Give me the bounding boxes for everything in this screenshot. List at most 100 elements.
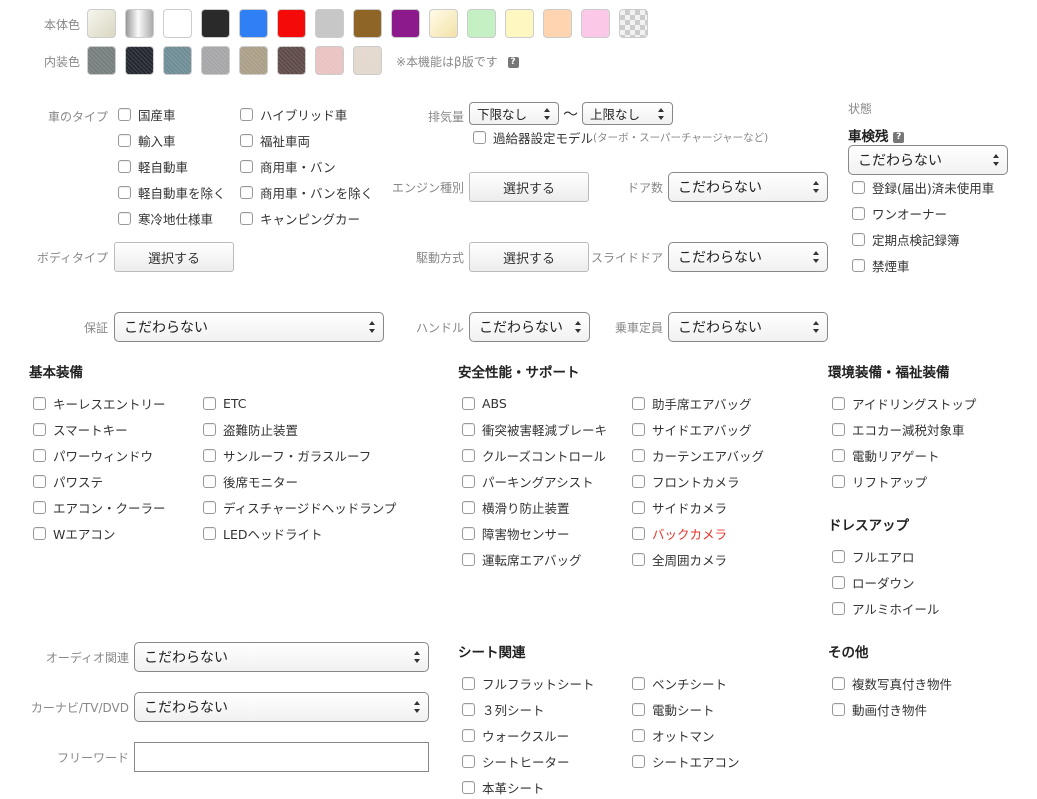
other-items-checkbox-1[interactable]: 動画付き物件 (832, 700, 927, 718)
safety-col1-checkbox-3[interactable]: パーキングアシスト (462, 472, 594, 490)
safety-col1-checkbox-6[interactable]: 運転席エアバッグ (462, 550, 582, 568)
checkbox-box[interactable] (632, 500, 645, 514)
color-swatch-pink-fabric[interactable] (315, 46, 344, 75)
eco-items-checkbox-1[interactable]: エコカー減税対象車 (832, 420, 965, 438)
safety-col2-checkbox-3[interactable]: フロントカメラ (632, 472, 740, 490)
color-swatch-other[interactable] (619, 9, 648, 38)
checkbox-box[interactable] (462, 500, 475, 514)
inspection-select[interactable]: こだわらない (848, 145, 1008, 175)
checkbox-box[interactable] (632, 754, 645, 768)
color-swatch-brown[interactable] (353, 9, 382, 38)
basic-col2-checkbox-4[interactable]: ディスチャージドヘッドランプ (203, 498, 396, 516)
checkbox-box[interactable] (203, 422, 216, 436)
car_type-col2-checkbox-2[interactable]: 商用車・バン (240, 157, 336, 175)
seat-col2-checkbox-2[interactable]: オットマン (632, 726, 715, 744)
checkbox-box[interactable] (852, 180, 865, 194)
checkbox-box[interactable] (832, 601, 845, 615)
checkbox-box[interactable] (473, 130, 486, 144)
checkbox-box[interactable] (462, 754, 475, 768)
checkbox-box[interactable] (240, 159, 253, 173)
safety-col1-checkbox-1[interactable]: 衝突被害軽減ブレーキ (462, 420, 607, 438)
checkbox-box[interactable] (632, 526, 645, 540)
checkbox-box[interactable] (118, 185, 131, 199)
checkbox-box[interactable] (832, 549, 845, 563)
checkbox-box[interactable] (462, 396, 475, 410)
color-swatch-light-gray-fabric[interactable] (201, 46, 230, 75)
car_type-col2-checkbox-1[interactable]: 福祉車両 (240, 131, 310, 149)
seat-col1-checkbox-1[interactable]: ３列シート (462, 700, 545, 718)
checkbox-box[interactable] (462, 448, 475, 462)
safety-col2-checkbox-1[interactable]: サイドエアバッグ (632, 420, 752, 438)
safety-col1-checkbox-2[interactable]: クルーズコントロール (462, 446, 606, 464)
dressup-items-checkbox-1[interactable]: ローダウン (832, 573, 915, 591)
checkbox-box[interactable] (852, 232, 865, 246)
navi-select[interactable]: こだわらない (134, 692, 429, 722)
checkbox-box[interactable] (462, 676, 475, 690)
handle-select[interactable]: こだわらない (469, 312, 590, 342)
basic-col1-checkbox-1[interactable]: スマートキー (33, 420, 128, 438)
color-swatch-red[interactable] (277, 9, 306, 38)
color-swatch-ivory-fabric[interactable] (353, 46, 382, 75)
checkbox-box[interactable] (33, 448, 46, 462)
displacement-max-select[interactable]: 上限なし (582, 102, 673, 125)
safety-col1-checkbox-4[interactable]: 横滑り防止装置 (462, 498, 570, 516)
checkbox-box[interactable] (632, 702, 645, 716)
eco-items-checkbox-0[interactable]: アイドリングストップ (832, 394, 976, 412)
status-options-checkbox-1[interactable]: ワンオーナー (852, 204, 947, 222)
status-options-checkbox-0[interactable]: 登録(届出)済未使用車 (852, 178, 994, 196)
checkbox-box[interactable] (33, 396, 46, 410)
checkbox-box[interactable] (462, 552, 475, 566)
checkbox-box[interactable] (240, 185, 253, 199)
color-swatch-pearl[interactable] (87, 9, 116, 38)
engine-type-select-button[interactable]: 選択する (469, 172, 589, 202)
basic-col2-checkbox-2[interactable]: サンルーフ・ガラスルーフ (203, 446, 371, 464)
checkbox-box[interactable] (203, 474, 216, 488)
basic-col1-checkbox-0[interactable]: キーレスエントリー (33, 394, 166, 412)
checkbox-box[interactable] (632, 474, 645, 488)
eco-items-checkbox-3[interactable]: リフトアップ (832, 472, 927, 490)
checkbox-box[interactable] (632, 448, 645, 462)
color-swatch-orange[interactable] (543, 9, 572, 38)
color-swatch-green[interactable] (467, 9, 496, 38)
color-swatch-gold[interactable] (429, 9, 458, 38)
seat-col1-checkbox-0[interactable]: フルフラットシート (462, 674, 595, 692)
checkbox-box[interactable] (852, 258, 865, 272)
freeword-input[interactable] (134, 742, 429, 772)
checkbox-box[interactable] (33, 500, 46, 514)
slide-door-select[interactable]: こだわらない (668, 242, 828, 272)
basic-col2-checkbox-0[interactable]: ETC (203, 394, 247, 412)
safety-col2-checkbox-0[interactable]: 助手席エアバッグ (632, 394, 752, 412)
car_type-col1-checkbox-4[interactable]: 寒冷地仕様車 (118, 209, 213, 227)
displacement-min-select[interactable]: 下限なし (469, 102, 559, 125)
checkbox-box[interactable] (632, 676, 645, 690)
seat-col1-checkbox-2[interactable]: ウォークスルー (462, 726, 569, 744)
checkbox-box[interactable] (462, 702, 475, 716)
color-swatch-black[interactable] (201, 9, 230, 38)
car_type-col1-checkbox-1[interactable]: 輸入車 (118, 131, 176, 149)
checkbox-box[interactable] (203, 448, 216, 462)
basic-col1-checkbox-2[interactable]: パワーウィンドウ (33, 446, 153, 464)
drive-type-select-button[interactable]: 選択する (469, 242, 589, 272)
checkbox-box[interactable] (203, 396, 216, 410)
checkbox-box[interactable] (462, 422, 475, 436)
checkbox-box[interactable] (632, 422, 645, 436)
checkbox-box[interactable] (632, 728, 645, 742)
status-options-checkbox-3[interactable]: 禁煙車 (852, 256, 910, 274)
checkbox-box[interactable] (832, 575, 845, 589)
checkbox-box[interactable] (852, 206, 865, 220)
color-swatch-brown-fabric[interactable] (277, 46, 306, 75)
checkbox-box[interactable] (462, 526, 475, 540)
checkbox-box[interactable] (832, 396, 845, 410)
other-items-checkbox-0[interactable]: 複数写真付き物件 (832, 674, 952, 692)
basic-col2-checkbox-3[interactable]: 後席モニター (203, 472, 298, 490)
checkbox-box[interactable] (118, 107, 131, 121)
doors-select[interactable]: こだわらない (668, 172, 828, 202)
dressup-items-checkbox-2[interactable]: アルミホイール (832, 599, 939, 617)
basic-col1-checkbox-3[interactable]: パワステ (33, 472, 103, 490)
color-swatch-purple[interactable] (391, 9, 420, 38)
turbo-checkbox[interactable]: 過給器設定モデル (ターボ・スーパーチャージャーなど) (473, 128, 768, 146)
car_type-col1-checkbox-2[interactable]: 軽自動車 (118, 157, 188, 175)
color-swatch-white[interactable] (163, 9, 192, 38)
safety-col1-checkbox-5[interactable]: 障害物センサー (462, 524, 570, 542)
checkbox-box[interactable] (632, 396, 645, 410)
